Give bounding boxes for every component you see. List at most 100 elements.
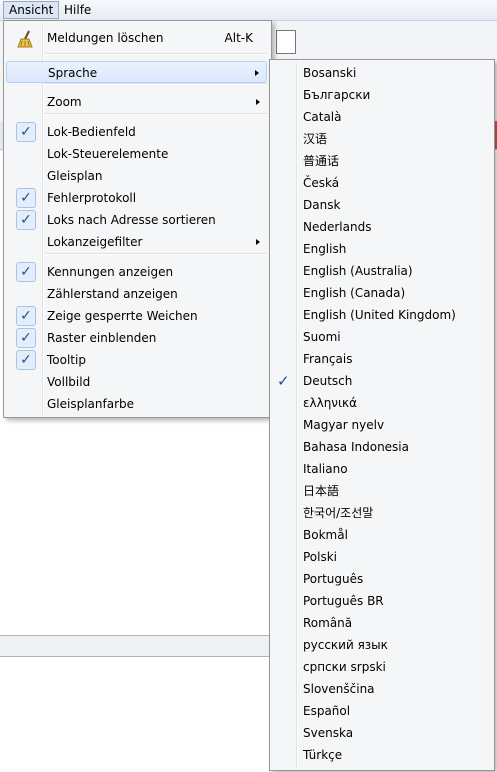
check-icon: ✓ xyxy=(16,188,36,208)
language-item-franc-ais[interactable]: Français xyxy=(272,348,490,370)
language-item-label: English (Canada) xyxy=(303,286,406,300)
language-item-item[interactable]: 日本語 xyxy=(272,480,490,502)
menu-item-kennungen-anzeigen[interactable]: ✓ Kennungen anzeigen xyxy=(6,261,267,283)
menu-item-gleisplan[interactable]: Gleisplan xyxy=(6,165,267,187)
menu-item-label: Kennungen anzeigen xyxy=(47,265,174,279)
menu-item-label: Sprache xyxy=(48,66,98,80)
shortcut-label: Alt-K xyxy=(224,31,253,45)
menu-item-zeige-gesperrte-weichen[interactable]: ✓ Zeige gesperrte Weichen xyxy=(6,305,267,327)
language-item-label: Bokmål xyxy=(303,528,348,542)
language-item-polski[interactable]: Polski xyxy=(272,546,490,568)
language-item-item[interactable]: 汉语 xyxy=(272,128,490,150)
menu-hilfe[interactable]: Hilfe xyxy=(59,2,96,18)
submenu-arrow-icon xyxy=(256,99,260,105)
language-item-english[interactable]: English xyxy=(272,238,490,260)
language-item-label: Nederlands xyxy=(303,220,372,234)
menu-item-label: Zeige gesperrte Weichen xyxy=(47,309,198,323)
view-menu: Meldungen löschen Alt-K Sprache Zoom ✓ Lok-Be… xyxy=(3,20,272,418)
submenu-arrow-icon xyxy=(256,239,260,245)
menu-item-label: Lokanzeigefilter xyxy=(47,235,143,249)
check-icon: ✓ xyxy=(16,262,36,282)
check-icon: ✓ xyxy=(16,350,36,370)
language-item-tu-rkc-e[interactable]: Türkçe xyxy=(272,744,490,766)
language-item-label: Česká xyxy=(303,176,340,190)
language-item-portugue-s-br[interactable]: Português BR xyxy=(272,590,490,612)
menu-item-lok-bedienfeld[interactable]: ✓ Lok-Bedienfeld xyxy=(6,121,267,143)
language-item-label: Bosanski xyxy=(303,66,357,80)
language-item-label: Català xyxy=(303,110,342,124)
language-item-srpski[interactable]: српски srpski xyxy=(272,656,490,678)
language-item-italiano[interactable]: Italiano xyxy=(272,458,490,480)
check-icon: ✓ xyxy=(16,210,36,230)
language-item-bahasa-indonesia[interactable]: Bahasa Indonesia xyxy=(272,436,490,458)
language-item-bokma-l[interactable]: Bokmål xyxy=(272,524,490,546)
language-item-label: русский язык xyxy=(303,638,388,652)
language-item-label: 汉语 xyxy=(303,132,328,146)
language-item-label: 普通话 xyxy=(303,154,340,168)
language-item-label: Türkçe xyxy=(303,748,343,762)
menu-item-meldungen-lo-schen[interactable]: Meldungen löschen Alt-K xyxy=(6,27,267,49)
language-item-label: Svenska xyxy=(303,726,354,740)
language-item-label: Suomi xyxy=(303,330,341,344)
language-item-label: Slovenščina xyxy=(303,682,375,696)
language-item-slovens-c-ina[interactable]: Slovenščina xyxy=(272,678,490,700)
language-item-portugue-s[interactable]: Português xyxy=(272,568,490,590)
menu-item-label: Loks nach Adresse sortieren xyxy=(47,213,216,227)
language-item-label: српски srpski xyxy=(303,660,386,674)
language-item-label: Dansk xyxy=(303,198,341,212)
menu-item-fehlerprotokoll[interactable]: ✓ Fehlerprotokoll xyxy=(6,187,267,209)
broom-icon xyxy=(17,30,33,48)
check-icon: ✓ xyxy=(16,122,36,142)
language-item-item[interactable]: 普通话 xyxy=(272,150,490,172)
language-item-espan-ol[interactable]: Español xyxy=(272,700,490,722)
menu-item-label: Zählerstand anzeigen xyxy=(47,287,178,301)
menu-item-label: Tooltip xyxy=(47,353,86,367)
language-item-bosanski[interactable]: Bosanski xyxy=(272,62,490,84)
language-item-label: Deutsch xyxy=(303,374,353,388)
language-item-item[interactable]: русский язык xyxy=(272,634,490,656)
check-icon: ✓ xyxy=(16,328,36,348)
language-item-c-eska[interactable]: Česká xyxy=(272,172,490,194)
menu-item-raster-einblenden[interactable]: ✓ Raster einblenden xyxy=(6,327,267,349)
menu-item-za-hlerstand-anzeigen[interactable]: Zählerstand anzeigen xyxy=(6,283,267,305)
language-item-label: English xyxy=(303,242,347,256)
menu-item-sprache[interactable]: Sprache xyxy=(6,61,267,83)
language-item-nederlands[interactable]: Nederlands xyxy=(272,216,490,238)
menu-item-vollbild[interactable]: Vollbild xyxy=(6,371,267,393)
menu-item-tooltip[interactable]: ✓ Tooltip xyxy=(6,349,267,371)
divider xyxy=(0,656,270,657)
language-item-english-united-kingdom[interactable]: English (United Kingdom) xyxy=(272,304,490,326)
language-item-label: Italiano xyxy=(303,462,348,476)
language-item-english-canada[interactable]: English (Canada) xyxy=(272,282,490,304)
language-item-roma-na[interactable]: Română xyxy=(272,612,490,634)
language-item-catala[interactable]: Català xyxy=(272,106,490,128)
menu-item-zoom[interactable]: Zoom xyxy=(6,91,267,113)
language-item-dansk[interactable]: Dansk xyxy=(272,194,490,216)
menu-item-label: Gleisplanfarbe xyxy=(47,397,135,411)
language-item-label: Português xyxy=(303,572,364,586)
menu-item-loks-nach-adresse-sortieren[interactable]: ✓ Loks nach Adresse sortieren xyxy=(6,209,267,231)
menu-item-lok-steuerelemente[interactable]: Lok-Steuerelemente xyxy=(6,143,267,165)
language-item-svenska[interactable]: Svenska xyxy=(272,722,490,744)
menu-item-gleisplanfarbe[interactable]: Gleisplanfarbe xyxy=(6,393,267,415)
language-item-item[interactable]: Български xyxy=(272,84,490,106)
language-item-item[interactable]: ελληνικά xyxy=(272,392,490,414)
language-item-label: English (United Kingdom) xyxy=(303,308,456,322)
language-item-suomi[interactable]: Suomi xyxy=(272,326,490,348)
language-item-label: 日本語 xyxy=(303,484,340,498)
check-icon: ✓ xyxy=(277,372,290,390)
menu-item-label: Lok-Bedienfeld xyxy=(47,125,136,139)
language-item-label: Português BR xyxy=(303,594,384,608)
menu-ansicht[interactable]: Ansicht xyxy=(3,1,60,19)
language-item-magyar-nyelv[interactable]: Magyar nyelv xyxy=(272,414,490,436)
language-submenu: Bosanski Български Català 汉语普通话 Česká Dansk Ne… xyxy=(269,59,495,771)
toolbar-document-icon[interactable] xyxy=(276,30,296,54)
language-item-deutsch[interactable]: ✓ Deutsch xyxy=(272,370,490,392)
language-item-item[interactable]: 한국어/조선말 xyxy=(272,502,490,524)
language-item-english-australia[interactable]: English (Australia) xyxy=(272,260,490,282)
menu-item-lokanzeigefilter[interactable]: Lokanzeigefilter xyxy=(6,231,267,253)
menu-item-label: Zoom xyxy=(47,95,82,109)
language-item-label: Español xyxy=(303,704,351,718)
menu-item-label: Gleisplan xyxy=(47,169,103,183)
menu-item-label: Vollbild xyxy=(47,375,91,389)
